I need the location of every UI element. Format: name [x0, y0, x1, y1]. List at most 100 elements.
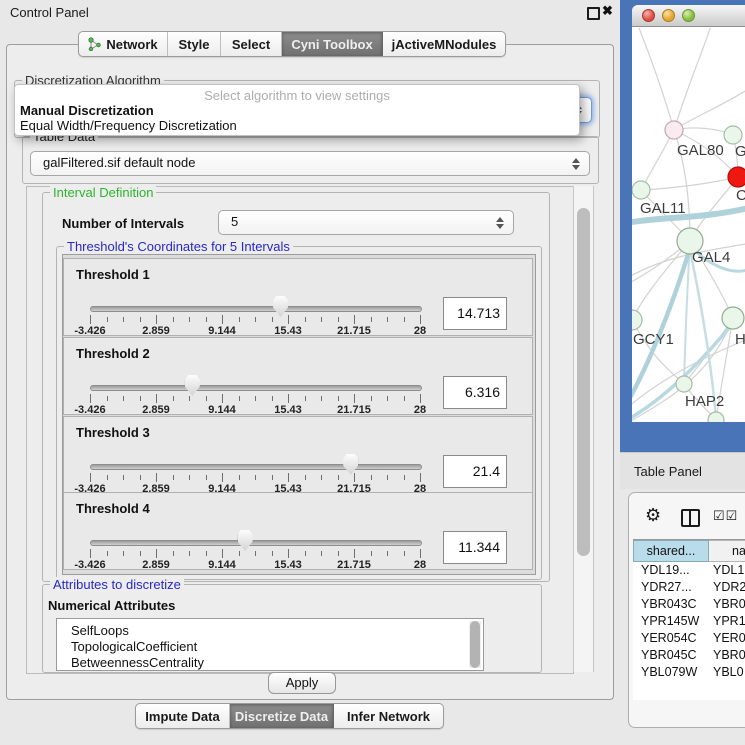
combo-arrows-icon	[572, 158, 580, 170]
column-header-shared-name[interactable]: shared...	[633, 540, 709, 562]
minor-tick	[239, 475, 240, 480]
list-scrollbar-thumb[interactable]	[470, 621, 480, 668]
tab-style[interactable]: Style	[168, 32, 221, 56]
dropdown-option-equal-width[interactable]: Equal Width/Frequency Discretization	[19, 118, 575, 133]
slider-handle[interactable]	[185, 375, 200, 396]
major-tick	[420, 473, 421, 482]
table-row[interactable]: YDR27...YDR2	[633, 579, 745, 596]
table-row[interactable]: YLR345WYLR3	[633, 681, 745, 683]
split-columns-icon[interactable]	[681, 509, 700, 527]
table-row[interactable]: YBR043CYBR0	[633, 596, 745, 613]
minor-tick	[140, 475, 141, 480]
tab-impute-data[interactable]: Impute Data	[136, 704, 230, 728]
cell-shared-name: YBL079W	[641, 664, 697, 681]
minor-tick	[140, 396, 141, 401]
network-node-gal11[interactable]	[632, 181, 650, 199]
minor-tick	[173, 317, 174, 322]
tab-discretize-data[interactable]: Discretize Data	[230, 704, 334, 728]
combo-arrows-icon	[496, 217, 504, 229]
zoom-traffic-light-icon[interactable]	[682, 9, 695, 22]
network-edge	[641, 130, 674, 190]
network-node-h[interactable]	[722, 307, 744, 329]
tab-label: Style	[178, 37, 209, 52]
list-item-selfloops[interactable]: SelfLoops	[71, 623, 129, 639]
threshold-value-field[interactable]: 11.344	[443, 531, 507, 564]
network-node[interactable]	[708, 412, 724, 422]
tab-network[interactable]: Network	[79, 32, 168, 56]
panel-title: Control Panel	[10, 5, 89, 20]
minor-tick	[338, 551, 339, 556]
interval-group-title: Interval Definition	[50, 185, 156, 200]
cell-shared-name: YBR045C	[641, 647, 697, 664]
tab-label: jActiveMNodules	[392, 37, 497, 52]
major-tick	[354, 549, 355, 558]
tab-label: Select	[232, 37, 270, 52]
tick-label: 28	[390, 404, 450, 416]
select-columns-icon[interactable]: ☑☑	[713, 508, 738, 524]
minor-tick	[305, 551, 306, 556]
cell-name: YER0	[713, 630, 745, 647]
slider-track[interactable]	[90, 306, 422, 312]
slider-handle[interactable]	[273, 296, 288, 317]
minor-tick	[123, 396, 124, 401]
slider-track[interactable]	[90, 540, 422, 546]
close-icon[interactable]: ✖	[602, 3, 613, 19]
slider-handle[interactable]	[238, 530, 253, 551]
vertical-scrollbar-thumb[interactable]	[577, 208, 590, 556]
minor-tick	[338, 475, 339, 480]
slider-handle[interactable]	[343, 454, 358, 475]
tab-jactivemnodules[interactable]: jActiveMNodules	[383, 32, 505, 56]
list-scrollbar[interactable]	[469, 621, 481, 668]
network-node-gcy1[interactable]	[632, 310, 642, 330]
close-traffic-light-icon[interactable]	[642, 9, 655, 22]
threshold-value-field[interactable]: 6.316	[443, 376, 507, 409]
threshold-value-field[interactable]: 21.4	[443, 455, 507, 488]
cell-name: YDL1	[713, 562, 744, 579]
tab-infer-network[interactable]: Infer Network	[334, 704, 443, 728]
list-item-betweennesscentrality[interactable]: BetweennessCentrality	[71, 655, 204, 671]
minor-tick	[272, 396, 273, 401]
tab-cyni-toolbox[interactable]: Cyni Toolbox	[282, 32, 383, 56]
minor-tick	[239, 396, 240, 401]
numerical-attributes-list[interactable]: SelfLoopsTopologicalCoefficientBetweenne…	[56, 618, 484, 671]
network-node-label: H	[735, 331, 745, 348]
minor-tick	[107, 396, 108, 401]
tick-label: 15.43	[258, 325, 318, 337]
cell-shared-name: YPR145W	[641, 613, 699, 630]
tab-select[interactable]: Select	[221, 32, 282, 56]
threshold-value-field[interactable]: 14.713	[443, 297, 507, 330]
tick-label: 9.144	[192, 559, 252, 571]
minor-tick	[404, 475, 405, 480]
minor-tick	[189, 396, 190, 401]
network-canvas[interactable]: GAL80GACGAL11GAL4GCY1HHAP2	[632, 28, 745, 422]
float-window-icon[interactable]	[587, 7, 600, 20]
minor-tick	[321, 551, 322, 556]
table-row[interactable]: YBL079WYBL0	[633, 664, 745, 681]
table-row[interactable]: YBR045CYBR0	[633, 647, 745, 664]
dropdown-option-manual[interactable]: Manual Discretization	[19, 103, 575, 118]
minor-tick	[255, 475, 256, 480]
table-row[interactable]: YER054CYER0	[633, 630, 745, 647]
list-item-topologicalcoefficient[interactable]: TopologicalCoefficient	[71, 639, 197, 655]
vertical-scrollbar[interactable]	[573, 186, 594, 672]
apply-button[interactable]: Apply	[268, 672, 336, 694]
network-node-hap2[interactable]	[676, 376, 692, 392]
slider-track[interactable]	[90, 385, 422, 391]
table-row[interactable]: YPR145WYPR1	[633, 613, 745, 630]
bottom-tab-bar: Impute DataDiscretize DataInfer Network	[135, 703, 444, 729]
algorithm-dropdown: Select algorithm to view settings Manual…	[14, 84, 580, 136]
major-tick	[222, 473, 223, 482]
table-row[interactable]: YDL19...YDL1	[633, 562, 745, 579]
network-node-c[interactable]	[728, 167, 745, 187]
network-node-ga[interactable]	[724, 126, 742, 144]
network-node-label: GA	[735, 143, 745, 160]
slider-track[interactable]	[90, 464, 422, 470]
settings-gear-icon[interactable]: ⚙	[645, 505, 661, 526]
minor-tick	[123, 551, 124, 556]
column-header-name[interactable]: na	[709, 540, 745, 562]
minimize-traffic-light-icon[interactable]	[662, 9, 675, 22]
num-intervals-combo[interactable]: 5	[218, 210, 514, 235]
minor-tick	[206, 551, 207, 556]
table-data-combo[interactable]: galFiltered.sif default node	[30, 151, 590, 176]
network-node-gal80[interactable]	[665, 121, 683, 139]
